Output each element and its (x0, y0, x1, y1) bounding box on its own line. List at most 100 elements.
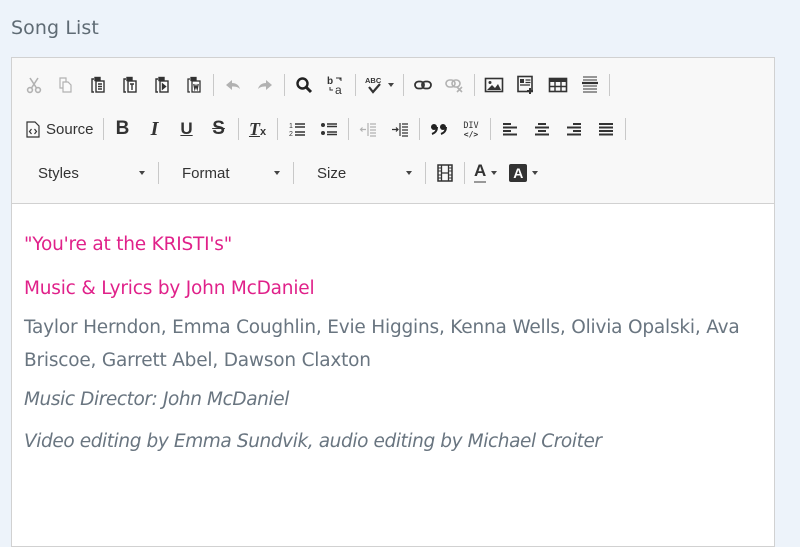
styles-dropdown[interactable]: Styles (18, 159, 155, 187)
copy-button[interactable] (50, 71, 82, 99)
video-button[interactable] (429, 159, 461, 187)
music-director: Music Director: John McDaniel (24, 389, 289, 410)
bold-icon: B (115, 118, 130, 139)
background-color-icon: A (509, 164, 528, 182)
toolbar-separator (474, 74, 475, 96)
song-credit: Music & Lyrics by John McDaniel (24, 278, 315, 299)
bulleted-list-button[interactable] (313, 115, 345, 143)
source-icon (26, 120, 40, 138)
table-icon (548, 77, 568, 93)
paste-from-word-icon (187, 76, 201, 93)
svg-text:1: 1 (289, 123, 293, 130)
toolbar-separator (609, 74, 610, 96)
blockquote-icon (430, 124, 447, 135)
remove-format-button[interactable]: Tx (242, 115, 274, 143)
text-color-icon: A (474, 161, 487, 183)
remove-format-letter: T (248, 118, 260, 139)
outdent-button[interactable] (352, 115, 384, 143)
align-right-icon (566, 123, 581, 136)
editor-content-area[interactable]: "You're at the KRISTI's" Music & Lyrics … (12, 204, 774, 452)
chevron-down-icon (388, 83, 394, 87)
align-center-icon (534, 123, 549, 136)
text-color-button[interactable]: A (468, 159, 503, 187)
paste-button[interactable] (82, 71, 114, 99)
align-justify-icon (598, 123, 613, 136)
editor-toolbar: ba ABC Source B I U S Tx 1 2 DIV </> Sty… (12, 58, 774, 204)
film-icon (437, 164, 453, 182)
strikethrough-icon: S (212, 118, 225, 139)
link-icon (414, 80, 432, 90)
svg-text:</>: </> (463, 130, 478, 139)
indent-button[interactable] (384, 115, 416, 143)
unlink-icon (445, 79, 463, 93)
justify-button[interactable] (590, 115, 622, 143)
toolbar-separator (213, 74, 214, 96)
text-color-letter: A (474, 161, 487, 180)
indent-icon (391, 123, 408, 137)
source-button[interactable]: Source (18, 115, 100, 143)
toolbar-separator (284, 74, 285, 96)
strikethrough-button[interactable]: S (203, 115, 235, 143)
paste-from-document-button[interactable] (146, 71, 178, 99)
undo-button[interactable] (217, 71, 249, 99)
cut-button[interactable] (18, 71, 50, 99)
blockquote-button[interactable] (423, 115, 455, 143)
redo-icon (258, 80, 272, 90)
unlink-button[interactable] (439, 71, 471, 99)
toolbar-separator (276, 118, 278, 140)
background-color-button[interactable]: A (503, 159, 544, 187)
replace-button[interactable]: ba (320, 71, 352, 99)
bold-button[interactable]: B (107, 115, 139, 143)
toolbar-row-2: Source B I U S Tx 12 DIV </> (18, 107, 774, 151)
rich-text-editor: ba ABC Source B I U S Tx 1 2 DIV </> Sty… (11, 57, 775, 547)
horizontal-rule-button[interactable] (574, 71, 606, 99)
toolbar-row-3: Styles Format Size A A (18, 151, 774, 195)
replace-icon: ba (327, 76, 342, 95)
chevron-down-icon (532, 171, 539, 175)
svg-text:2: 2 (289, 131, 293, 138)
song-title: "You're at the KRISTI's" (24, 234, 233, 255)
source-label: Source (46, 120, 94, 138)
copy-icon (59, 77, 72, 93)
underline-button[interactable]: U (171, 115, 203, 143)
spellcheck-icon: ABC (365, 76, 382, 94)
toolbar-separator (425, 162, 426, 184)
toolbar-separator (293, 162, 294, 184)
toolbar-separator (347, 118, 349, 140)
search-icon (296, 77, 313, 94)
toolbar-separator (237, 118, 239, 140)
bulleted-list-icon (320, 123, 337, 136)
paste-text-button[interactable] (114, 71, 146, 99)
find-button[interactable] (288, 71, 320, 99)
embed-button[interactable] (510, 71, 542, 99)
align-center-button[interactable] (526, 115, 558, 143)
toolbar-separator (418, 118, 420, 140)
toolbar-separator (355, 74, 356, 96)
field-label: Song List (11, 17, 99, 39)
create-div-button[interactable]: DIV </> (455, 115, 487, 143)
chevron-down-icon (406, 171, 412, 175)
toolbar-separator (464, 162, 465, 184)
paste-from-word-button[interactable] (178, 71, 210, 99)
chevron-down-icon (274, 171, 280, 175)
table-button[interactable] (542, 71, 574, 99)
numbered-list-button[interactable]: 12 (281, 115, 313, 143)
div-container-icon: DIV</> (463, 121, 478, 139)
cut-icon (26, 77, 42, 94)
toolbar-separator (403, 74, 404, 96)
align-right-button[interactable] (558, 115, 590, 143)
link-button[interactable] (407, 71, 439, 99)
spellcheck-button[interactable]: ABC (359, 71, 400, 99)
redo-button[interactable] (249, 71, 281, 99)
cast-list: Taylor Herndon, Emma Coughlin, Evie Higg… (24, 317, 740, 371)
italic-button[interactable]: I (139, 115, 171, 143)
align-left-button[interactable] (494, 115, 526, 143)
paste-icon (91, 76, 105, 93)
chevron-down-icon (139, 171, 145, 175)
image-button[interactable] (478, 71, 510, 99)
format-dropdown[interactable]: Format (162, 159, 290, 187)
toolbar-separator (489, 118, 491, 140)
underline-icon: U (180, 119, 193, 138)
size-dropdown[interactable]: Size (297, 159, 422, 187)
outdent-icon (359, 123, 376, 137)
